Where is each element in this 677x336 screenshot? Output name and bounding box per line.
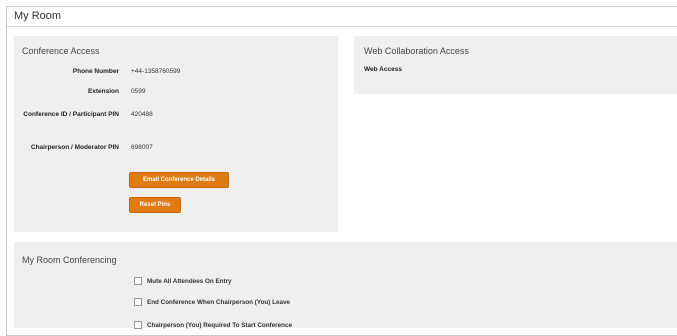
conference-access-panel: Conference Access Phone Number +44-13587… — [14, 36, 338, 232]
end-conference-label: End Conference When Chairperson (You) Le… — [147, 298, 290, 306]
conference-access-heading: Conference Access — [22, 46, 100, 56]
mute-attendees-label: Mute All Attendees On Entry — [147, 277, 232, 285]
mute-attendees-checkbox[interactable] — [134, 277, 142, 285]
extension-label: Extension — [87, 88, 119, 95]
web-access-label: Web Access — [364, 66, 402, 73]
extension-value: 0599 — [131, 88, 146, 95]
conference-id-label: Conference ID / Participant PIN — [23, 111, 119, 118]
end-conference-checkbox[interactable] — [134, 298, 142, 306]
phone-number-value: +44-1358760599 — [131, 68, 181, 75]
web-collaboration-panel: Web Collaboration Access Web Access — [354, 36, 677, 94]
chairperson-required-option[interactable]: Chairperson (You) Required To Start Conf… — [134, 320, 292, 330]
chairperson-required-label: Chairperson (You) Required To Start Conf… — [147, 321, 292, 329]
web-collaboration-heading: Web Collaboration Access — [364, 46, 469, 56]
mute-attendees-option[interactable]: Mute All Attendees On Entry — [134, 276, 232, 286]
phone-number-label: Phone Number — [72, 68, 119, 75]
page-title: My Room — [14, 10, 62, 22]
email-conference-details-button[interactable]: Email Conference Details — [129, 172, 229, 188]
my-room-conferencing-heading: My Room Conferencing — [22, 255, 117, 265]
my-room-conferencing-panel: My Room Conferencing Mute All Attendees … — [14, 242, 677, 330]
chairperson-pin-value: 698007 — [131, 144, 153, 151]
title-divider — [7, 26, 677, 27]
reset-pins-button[interactable]: Reset Pins — [129, 197, 181, 213]
end-conference-option[interactable]: End Conference When Chairperson (You) Le… — [134, 297, 290, 307]
conference-id-value: 420488 — [131, 111, 153, 118]
chairperson-pin-label: Chairperson / Moderator PIN — [30, 144, 119, 151]
